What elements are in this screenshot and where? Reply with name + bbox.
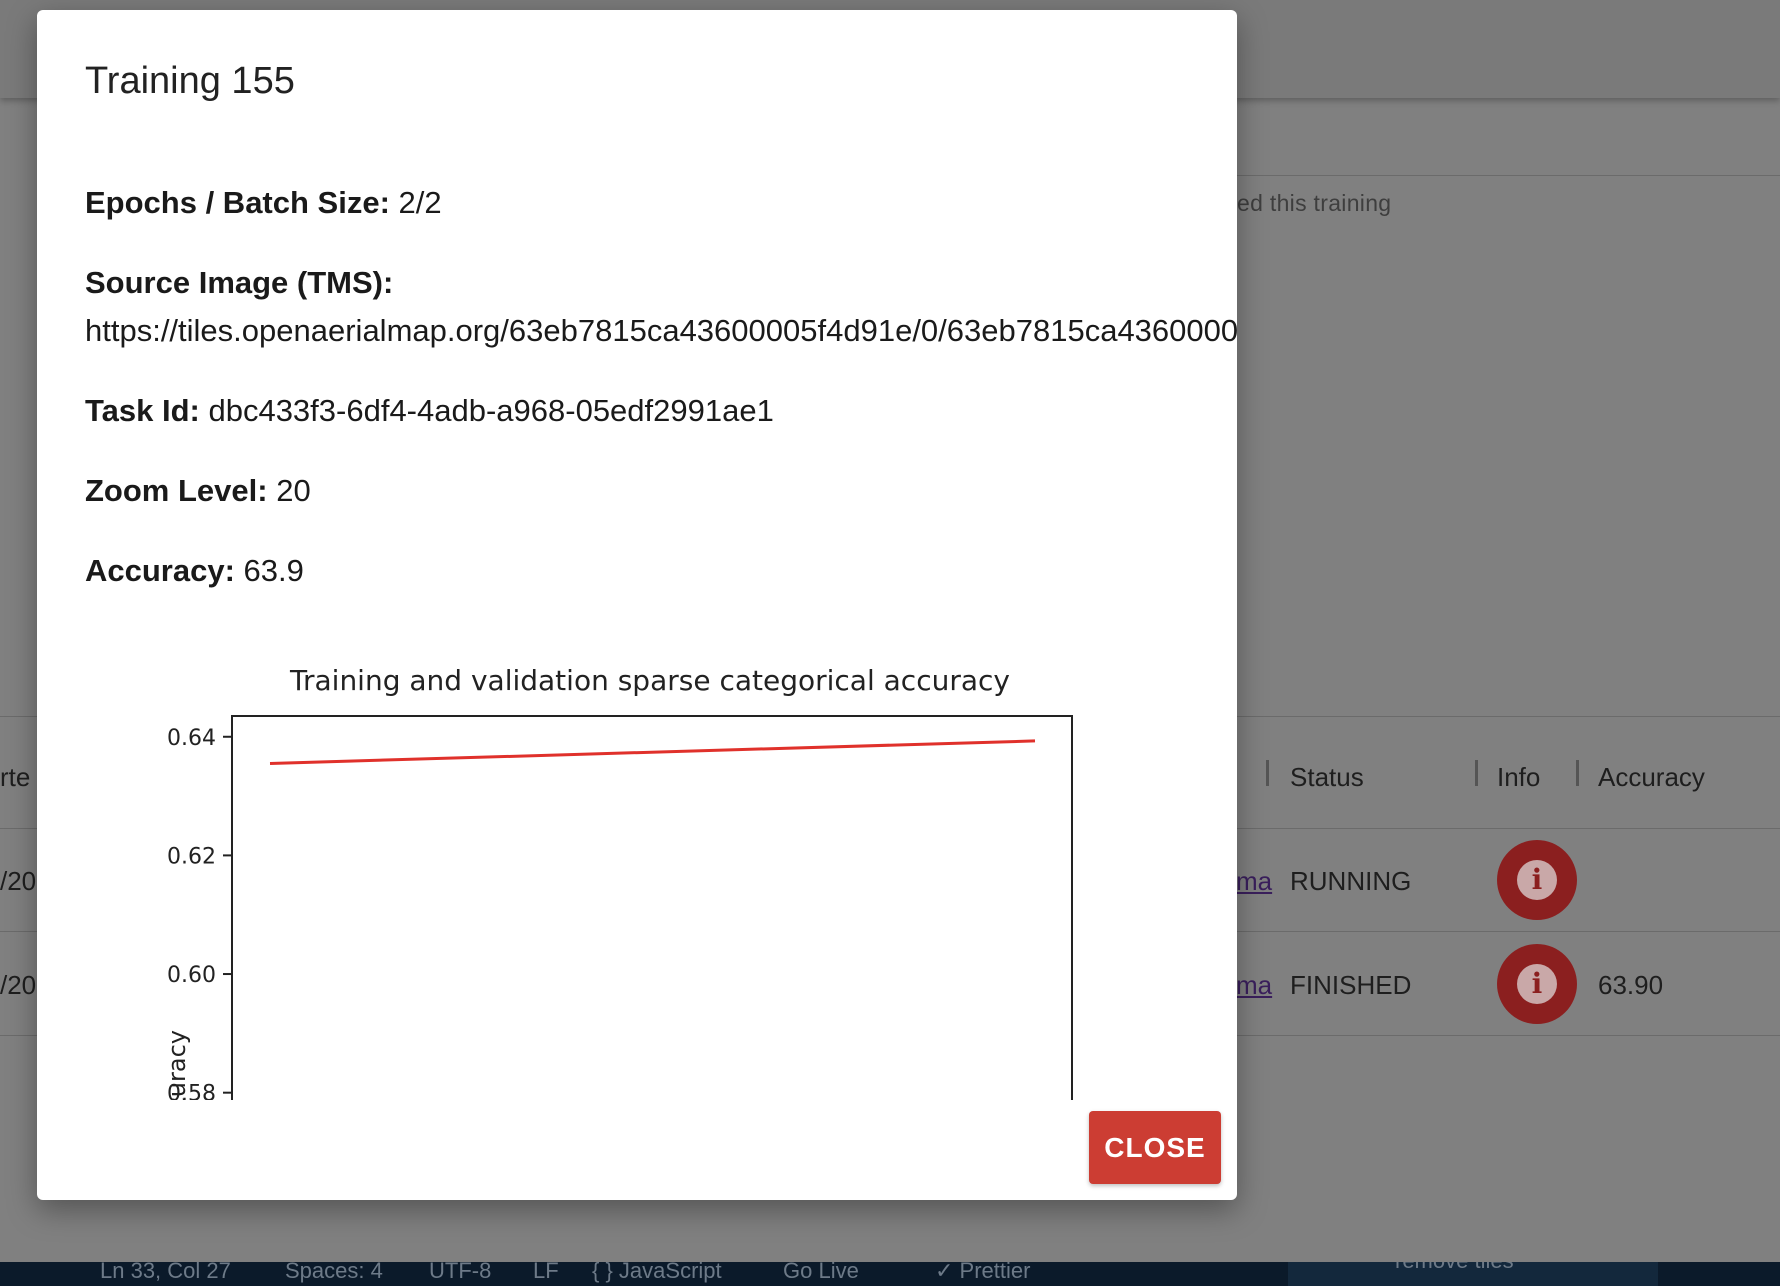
plot-frame bbox=[231, 715, 1073, 1100]
y-tick-label: 0.62 bbox=[167, 844, 216, 869]
info-icon: i bbox=[1517, 964, 1557, 1004]
accuracy-value: 63.9 bbox=[243, 553, 304, 588]
epochs-label: Epochs / Batch Size: bbox=[85, 185, 390, 220]
column-header-info[interactable]: Info bbox=[1497, 762, 1540, 793]
plot-area bbox=[269, 739, 1036, 765]
section-divider bbox=[1237, 175, 1780, 176]
user-link[interactable]: ma bbox=[1236, 866, 1272, 897]
zoom-level-value: 20 bbox=[276, 473, 311, 508]
info-icon: i bbox=[1517, 860, 1557, 900]
column-header-accuracy[interactable]: Accuracy bbox=[1598, 762, 1705, 793]
task-id-label: Task Id: bbox=[85, 393, 200, 428]
training-dialog: Training 155 Epochs / Batch Size: 2/2 So… bbox=[37, 10, 1237, 1200]
table-cell-date: /20 bbox=[0, 866, 37, 896]
table-cell-date: /20 bbox=[0, 970, 37, 1000]
source-image-label: Source Image (TMS): bbox=[85, 265, 394, 300]
user-link[interactable]: ma bbox=[1236, 970, 1272, 1001]
y-tick-label: 0.60 bbox=[167, 963, 216, 988]
dialog-content: Epochs / Batch Size: 2/2 Source Image (T… bbox=[85, 170, 1237, 1100]
epochs-field: Epochs / Batch Size: 2/2 bbox=[85, 185, 442, 221]
terminal-panel-edge: remove tiles bbox=[1288, 1262, 1658, 1286]
column-header-status[interactable]: Status bbox=[1290, 762, 1364, 793]
accuracy-chart-svg: Training and validation sparse categoric… bbox=[163, 664, 1073, 1100]
series-line bbox=[269, 739, 1036, 765]
dialog-title: Training 155 bbox=[85, 60, 295, 102]
info-button[interactable]: i bbox=[1497, 840, 1577, 920]
terminal-text: remove tiles bbox=[1395, 1262, 1514, 1274]
close-button[interactable]: CLOSE bbox=[1089, 1111, 1221, 1184]
column-separator bbox=[1475, 760, 1478, 786]
task-id-field: Task Id: dbc433f3-6df4-4adb-a968-05edf29… bbox=[85, 393, 774, 429]
zoom-level-label: Zoom Level: bbox=[85, 473, 268, 508]
y-axis-label: ategorical Accuracy bbox=[163, 1030, 191, 1100]
info-button[interactable]: i bbox=[1497, 944, 1577, 1024]
status-spaces[interactable]: Spaces: 4 bbox=[285, 1262, 383, 1284]
status-language[interactable]: { } JavaScript bbox=[592, 1262, 722, 1284]
editor-status-bar: Ln 33, Col 27 Spaces: 4 UTF-8 LF { } Jav… bbox=[0, 1262, 1780, 1286]
status-eol[interactable]: LF bbox=[533, 1262, 559, 1284]
accuracy-chart: Training and validation sparse categoric… bbox=[85, 660, 1237, 1100]
y-tick-label: 0.64 bbox=[167, 726, 216, 751]
status-prettier[interactable]: ✓ Prettier bbox=[935, 1262, 1030, 1284]
status-encoding[interactable]: UTF-8 bbox=[429, 1262, 491, 1284]
column-separator bbox=[1266, 760, 1269, 786]
accuracy-field: Accuracy: 63.9 bbox=[85, 553, 304, 589]
table-cell-accuracy: 63.90 bbox=[1598, 970, 1664, 1000]
training-note: ed this training bbox=[1237, 190, 1392, 216]
table-cell-status: RUNNING bbox=[1290, 866, 1412, 896]
status-go-live[interactable]: Go Live bbox=[783, 1262, 859, 1284]
accuracy-label: Accuracy: bbox=[85, 553, 235, 588]
task-id-value: dbc433f3-6df4-4adb-a968-05edf2991ae1 bbox=[208, 393, 774, 428]
table-cell-status: FINISHED bbox=[1290, 970, 1412, 1000]
source-image-field: Source Image (TMS): bbox=[85, 265, 393, 301]
status-position[interactable]: Ln 33, Col 27 bbox=[100, 1262, 231, 1284]
epochs-value: 2/2 bbox=[398, 185, 442, 220]
column-separator bbox=[1576, 760, 1579, 786]
chart-title: Training and validation sparse categoric… bbox=[289, 664, 1010, 697]
source-image-url: https://tiles.openaerialmap.org/63eb7815… bbox=[85, 313, 1237, 348]
zoom-level-field: Zoom Level: 20 bbox=[85, 473, 311, 509]
column-header-started[interactable]: rte bbox=[0, 762, 30, 793]
